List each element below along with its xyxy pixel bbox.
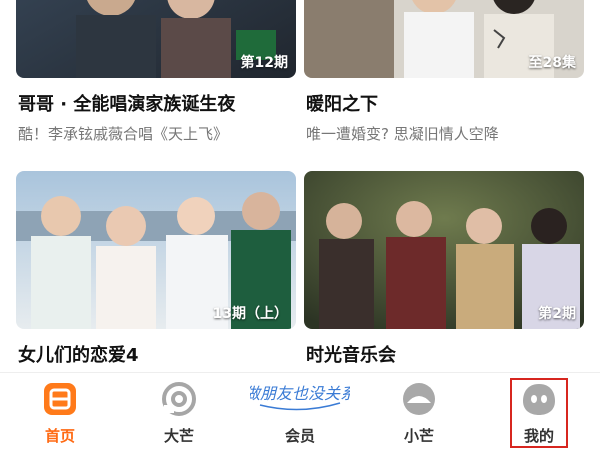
episode-badge: 13期（上） [212, 306, 288, 322]
video-feed: 第12期 哥哥 · 全能唱演家族诞生夜 酷！李承铉戚薇合唱《天上飞》 至28集 … [0, 0, 600, 372]
video-card[interactable]: 至28集 暖阳之下 唯一遭婚变? 思凝旧情人空降 [304, 0, 584, 143]
video-thumbnail[interactable]: 至28集 [304, 0, 584, 78]
tab-label: 小芒 [403, 427, 434, 445]
tab-home[interactable]: 首页 [20, 373, 100, 451]
video-subtitle: 酷！李承铉戚薇合唱《天上飞》 [18, 125, 229, 143]
tab-label: 大芒 [163, 427, 194, 445]
video-card[interactable]: 第2期 时光音乐会 [304, 171, 584, 366]
video-title: 时光音乐会 [306, 345, 396, 366]
video-thumbnail[interactable]: 第12期 [16, 0, 296, 78]
tab-label: 首页 [44, 427, 75, 445]
tab-label: 会员 [284, 427, 315, 445]
video-card[interactable]: 13期（上） 女儿们的恋爱4 [16, 171, 296, 366]
episode-badge: 第12期 [240, 55, 288, 71]
tab-xiaomang[interactable]: 小芒 [379, 373, 459, 451]
tab-member[interactable]: 做朋友也没关系 会员 [250, 373, 350, 451]
tab-damang[interactable]: 大芒 [139, 373, 219, 451]
member-logo-text: 做朋友也没关系 [250, 384, 350, 403]
video-thumbnail[interactable]: 13期（上） [16, 171, 296, 329]
video-title: 暖阳之下 [306, 94, 378, 115]
video-card[interactable]: 第12期 哥哥 · 全能唱演家族诞生夜 酷！李承铉戚薇合唱《天上飞》 [16, 0, 296, 143]
video-title: 哥哥 · 全能唱演家族诞生夜 [18, 94, 236, 115]
home-icon [44, 383, 76, 415]
highlight-box [510, 378, 568, 448]
episode-badge: 第2期 [538, 306, 576, 322]
video-thumbnail[interactable]: 第2期 [304, 171, 584, 329]
episode-badge: 至28集 [528, 55, 576, 71]
member-logo: 做朋友也没关系 [250, 384, 350, 411]
video-title: 女儿们的恋爱4 [18, 345, 139, 366]
xiaomang-icon [403, 383, 435, 415]
damang-icon [162, 382, 196, 416]
video-subtitle: 唯一遭婚变? 思凝旧情人空降 [306, 125, 499, 143]
